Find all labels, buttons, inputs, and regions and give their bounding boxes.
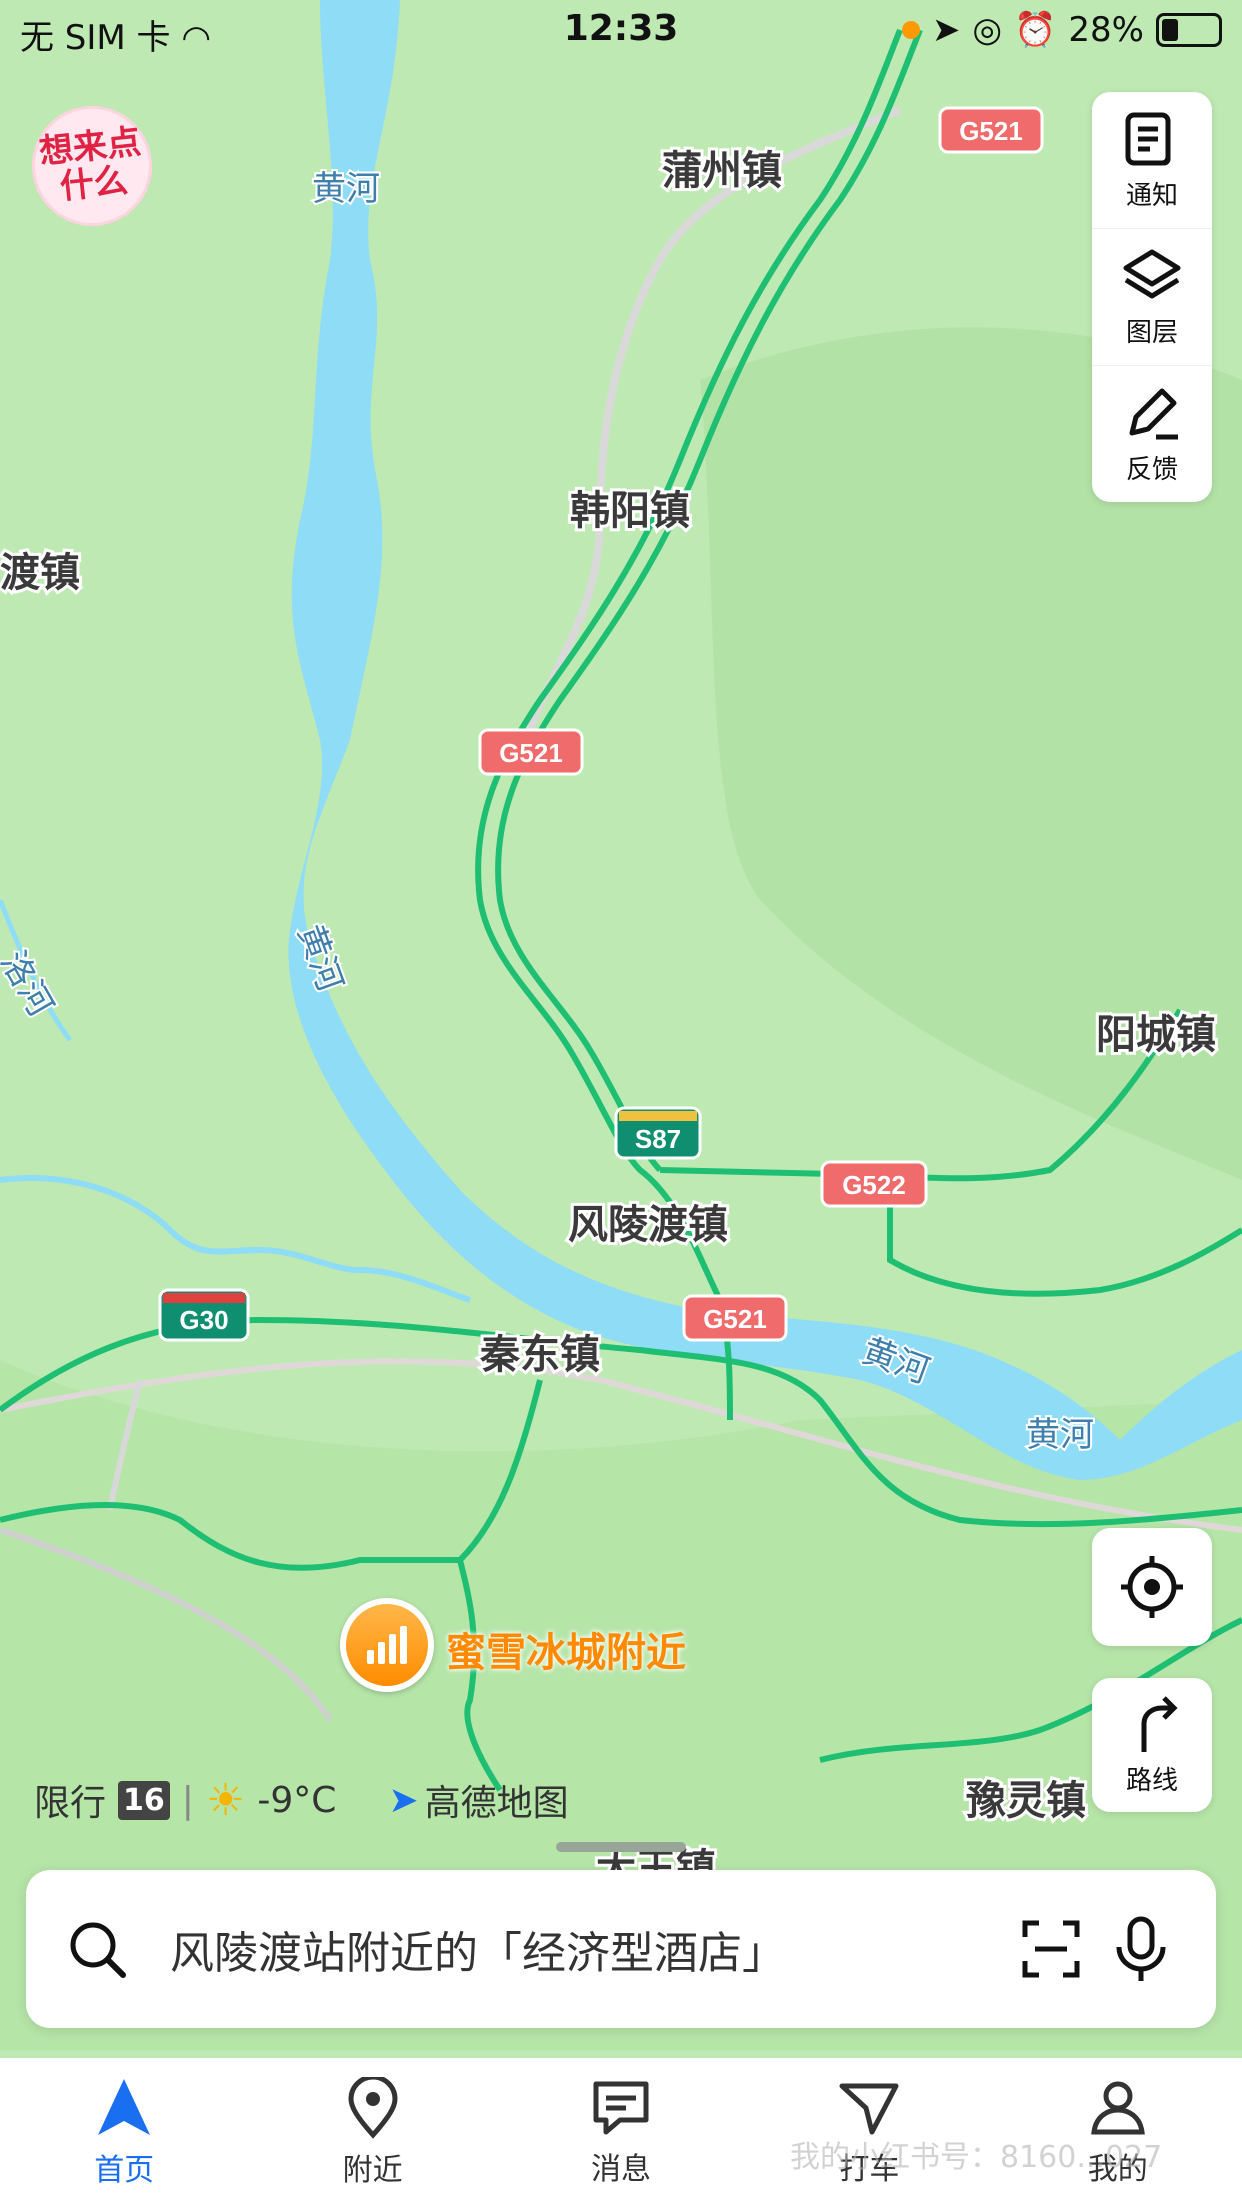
sun-icon: ☀ bbox=[205, 1774, 246, 1826]
shield-g30: G30 bbox=[158, 1288, 250, 1342]
route-arrow-icon bbox=[1141, 1695, 1178, 1752]
rotation-lock-icon: ◎ bbox=[972, 10, 1003, 50]
place-label[interactable]: 韩阳镇 bbox=[567, 485, 693, 537]
shield-s87: S87 bbox=[614, 1106, 702, 1160]
temperature: -9°C bbox=[257, 1779, 337, 1821]
tab-messages-label: 消息 bbox=[590, 2152, 651, 2187]
message-icon bbox=[593, 2081, 649, 2135]
restriction-label: 限行 bbox=[34, 1783, 107, 1824]
shield-g521-south: G521 bbox=[682, 1294, 788, 1342]
route-button[interactable]: 路线 bbox=[1092, 1678, 1212, 1812]
divider: | bbox=[181, 1779, 194, 1821]
place-label[interactable]: 豫灵镇 bbox=[963, 1775, 1089, 1827]
location-pin-icon bbox=[348, 2077, 398, 2139]
svg-text:G521: G521 bbox=[703, 1304, 767, 1334]
search-input[interactable]: 风陵渡站附近的「经济型酒店」 bbox=[170, 1917, 1006, 1981]
tab-messages[interactable]: 消息 bbox=[521, 2078, 721, 2188]
svg-text:G522: G522 bbox=[842, 1170, 906, 1200]
battery-percent: 28% bbox=[1068, 10, 1144, 50]
location-arrow-icon: ➤ bbox=[931, 10, 961, 50]
shield-g521-mid: G521 bbox=[478, 728, 584, 776]
microphone-icon[interactable] bbox=[1096, 1904, 1186, 1994]
shield-g522: G522 bbox=[820, 1160, 928, 1208]
alarm-icon: ⏰ bbox=[1014, 10, 1057, 50]
layers-button[interactable]: 图层 bbox=[1092, 229, 1212, 366]
river-label: 黄河 bbox=[1026, 1415, 1094, 1455]
tab-nearby-label: 附近 bbox=[342, 2153, 403, 2188]
scan-icon[interactable] bbox=[1006, 1904, 1096, 1994]
layers-icon bbox=[1123, 249, 1181, 298]
info-bar: 限行 16 | ☀ -9°C ➤ 高德地图 bbox=[34, 1774, 569, 1826]
river-label: 黄河 bbox=[312, 169, 380, 209]
place-label[interactable]: 蒲州镇 bbox=[659, 145, 785, 197]
feedback-label: 反馈 bbox=[1125, 454, 1178, 485]
watermark: 我的小红书号：8160...027 bbox=[790, 2140, 1163, 2175]
svg-text:G521: G521 bbox=[959, 116, 1023, 146]
place-label[interactable]: 秦东镇 bbox=[477, 1329, 603, 1381]
notification-label: 通知 bbox=[1125, 180, 1178, 211]
place-label[interactable]: 风陵渡镇 bbox=[565, 1199, 731, 1251]
current-location-label[interactable]: 蜜雪冰城附近 bbox=[446, 1620, 686, 1678]
status-right: ➤ ◎ ⏰ 28% bbox=[901, 10, 1222, 50]
drawer-handle[interactable] bbox=[556, 1842, 686, 1852]
layers-label: 图层 bbox=[1125, 317, 1178, 348]
notification-icon bbox=[1125, 112, 1171, 165]
place-label[interactable]: 阳城镇 bbox=[1093, 1009, 1219, 1061]
home-nav-arrow-icon bbox=[98, 2079, 151, 2135]
shield-g521-north: G521 bbox=[938, 106, 1044, 154]
route-label: 路线 bbox=[1125, 1765, 1178, 1796]
locate-button[interactable] bbox=[1092, 1528, 1212, 1646]
side-tool-panel: 通知 图层 反馈 bbox=[1092, 92, 1212, 502]
svg-text:S87: S87 bbox=[635, 1124, 681, 1154]
taxi-flag-icon bbox=[839, 2083, 899, 2135]
tab-home[interactable]: 首页 bbox=[24, 2077, 224, 2189]
status-bar: 无 SIM 卡 ◠ 12:33 ➤ ◎ ⏰ 28% bbox=[0, 0, 1242, 64]
restriction-digits: 16 bbox=[118, 1780, 170, 1820]
place-label[interactable]: 渡镇 bbox=[0, 547, 83, 599]
feedback-button[interactable]: 反馈 bbox=[1092, 366, 1212, 502]
tab-nearby[interactable]: 附近 bbox=[273, 2077, 473, 2189]
notification-button[interactable]: 通知 bbox=[1092, 92, 1212, 229]
svg-text:G521: G521 bbox=[499, 738, 563, 768]
svg-text:G30: G30 bbox=[179, 1305, 228, 1335]
amap-logo-icon: ➤ bbox=[388, 1779, 419, 1821]
promo-badge-text: 想来点 什么 bbox=[37, 121, 143, 208]
crosshair-icon bbox=[1121, 1556, 1183, 1618]
location-marker[interactable] bbox=[340, 1598, 434, 1692]
amap-brand: ➤ 高德地图 bbox=[388, 1779, 569, 1825]
search-icon bbox=[52, 1904, 142, 1994]
feedback-pen-icon bbox=[1129, 388, 1178, 439]
profile-icon bbox=[1090, 2081, 1145, 2135]
battery-icon bbox=[1156, 13, 1222, 47]
search-bar[interactable]: 风陵渡站附近的「经济型酒店」 bbox=[26, 1870, 1216, 2028]
tab-home-label: 首页 bbox=[94, 2153, 155, 2188]
mic-active-dot-icon bbox=[901, 21, 920, 39]
